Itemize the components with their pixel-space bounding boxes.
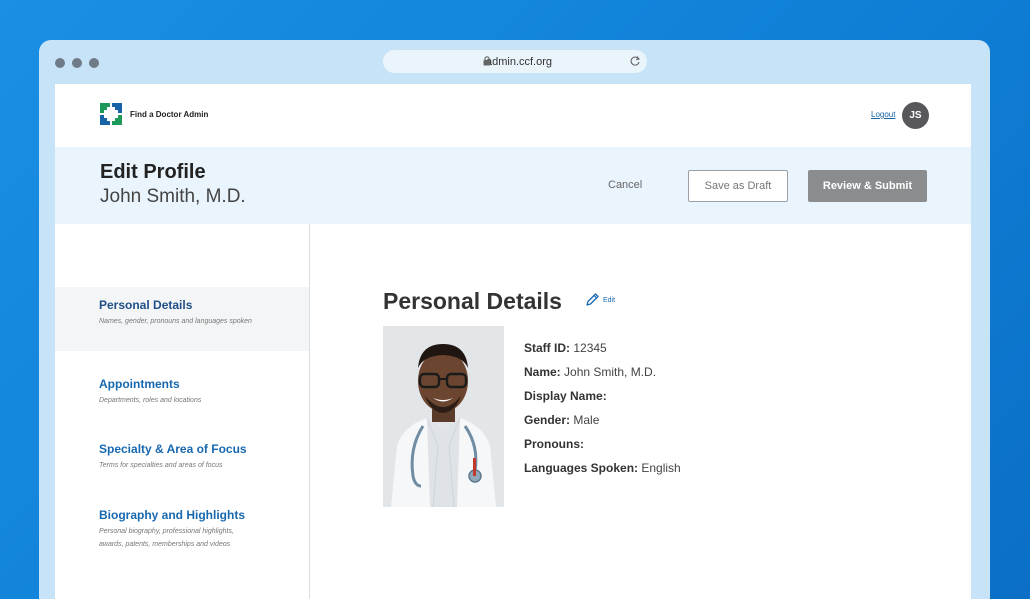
- field-label: Pronouns:: [524, 437, 584, 451]
- sidebar-item-personal-details[interactable]: Personal Details Names, gender, pronouns…: [55, 287, 309, 351]
- sidebar-item-biography[interactable]: Biography and Highlights Personal biogra…: [55, 508, 309, 551]
- page: Find a Doctor Admin Logout JS Edit Profi…: [55, 84, 971, 599]
- field-languages: Languages Spoken: English: [524, 461, 681, 485]
- page-title: Edit Profile: [100, 161, 206, 183]
- field-gender: Gender: Male: [524, 413, 681, 437]
- review-submit-button[interactable]: Review & Submit: [808, 170, 927, 202]
- field-value: English: [641, 461, 681, 475]
- sidebar-item-label: Biography and Highlights: [99, 508, 245, 522]
- url-text: admin.ccf.org: [485, 55, 553, 68]
- field-label: Gender:: [524, 413, 571, 427]
- field-value: John Smith, M.D.: [564, 365, 657, 379]
- sidebar: Personal Details Names, gender, pronouns…: [55, 224, 310, 599]
- edit-link[interactable]: Edit: [603, 297, 615, 304]
- field-label: Languages Spoken:: [524, 461, 639, 475]
- field-name: Name: John Smith, M.D.: [524, 365, 681, 389]
- cleveland-cross-logo-icon[interactable]: [100, 103, 122, 125]
- save-draft-button[interactable]: Save as Draft: [688, 170, 788, 202]
- browser-window: admin.ccf.org Find a Doctor Admin Logout…: [39, 40, 990, 599]
- minimize-dot[interactable]: [72, 58, 82, 68]
- doctor-name: John Smith, M.D.: [100, 186, 246, 207]
- sidebar-item-desc: Names, gender, pronouns and languages sp…: [99, 318, 252, 325]
- main-content: Personal Details Edit Staff ID: 12345 Na…: [311, 224, 971, 599]
- reload-icon[interactable]: [629, 55, 641, 67]
- address-bar[interactable]: admin.ccf.org: [383, 50, 647, 73]
- sidebar-item-desc: Personal biography, professional highlig…: [99, 528, 234, 548]
- logout-link[interactable]: Logout: [871, 110, 895, 119]
- field-display-name: Display Name:: [524, 389, 681, 413]
- field-value: 12345: [573, 341, 607, 355]
- field-label: Staff ID:: [524, 341, 570, 355]
- sidebar-item-label: Specialty & Area of Focus: [99, 442, 247, 456]
- window-controls: [55, 58, 99, 68]
- close-dot[interactable]: [55, 58, 65, 68]
- sidebar-item-desc: Departments, roles and locations: [99, 397, 202, 404]
- field-label: Display Name:: [524, 389, 607, 403]
- field-value: Male: [573, 413, 600, 427]
- sidebar-item-label: Appointments: [99, 377, 180, 391]
- maximize-dot[interactable]: [89, 58, 99, 68]
- sidebar-item-label: Personal Details: [99, 298, 193, 312]
- sidebar-item-appointments[interactable]: Appointments Departments, roles and loca…: [55, 377, 309, 407]
- doctor-portrait-image: [383, 326, 504, 507]
- cancel-button[interactable]: Cancel: [608, 179, 642, 191]
- pencil-icon[interactable]: [585, 292, 600, 307]
- app-brand: Find a Doctor Admin: [130, 110, 209, 119]
- field-pronouns: Pronouns:: [524, 437, 681, 461]
- field-label: Name:: [524, 365, 561, 379]
- doctor-photo: [383, 326, 504, 507]
- field-staff-id: Staff ID: 12345: [524, 341, 681, 365]
- sidebar-item-specialty[interactable]: Specialty & Area of Focus Terms for spec…: [55, 442, 309, 472]
- sidebar-item-desc: Terms for specialties and areas of focus: [99, 462, 223, 469]
- personal-fields: Staff ID: 12345 Name: John Smith, M.D. D…: [524, 341, 681, 485]
- edit-profile-bar: Edit Profile John Smith, M.D. Cancel Sav…: [55, 147, 971, 224]
- user-avatar[interactable]: JS: [902, 102, 929, 129]
- top-nav: Find a Doctor Admin Logout JS: [55, 84, 971, 147]
- section-title: Personal Details: [383, 288, 562, 314]
- lock-icon: [483, 56, 491, 66]
